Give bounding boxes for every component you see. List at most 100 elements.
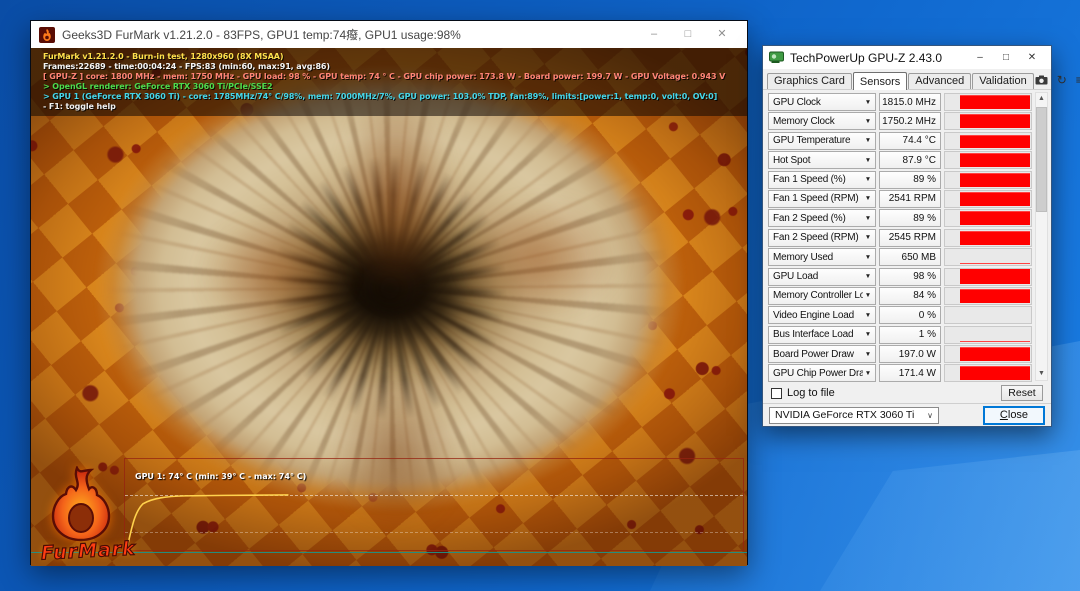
sensor-name-dropdown[interactable]: GPU Clock ▼ xyxy=(768,93,876,111)
sensor-value: 2541 RPM xyxy=(879,189,941,208)
gpuz-log-row: Log to file Reset xyxy=(763,383,1051,403)
sensor-value: 0 % xyxy=(879,306,941,325)
log-to-file-checkbox[interactable] xyxy=(771,387,782,399)
tab-validation[interactable]: Validation xyxy=(972,73,1034,89)
sensor-value: 87.9 °C xyxy=(879,151,941,170)
tab-advanced[interactable]: Advanced xyxy=(908,73,972,89)
osd-line: FurMark v1.21.2.0 - Burn-in test, 1280x9… xyxy=(43,52,284,61)
sensor-graph xyxy=(944,286,1032,305)
sensor-name: Hot Spot xyxy=(773,154,811,166)
sensor-row: Memory Clock ▼ 1750.2 MHz xyxy=(768,112,1032,131)
sensor-name-dropdown[interactable]: Video Engine Load ▼ xyxy=(768,306,876,325)
sensor-graph-bar xyxy=(960,288,1030,303)
sensor-value: 1815.0 MHz xyxy=(879,93,941,111)
sensor-name: Video Engine Load xyxy=(773,309,854,321)
sensor-graph-bar xyxy=(960,94,1030,109)
sensor-graph xyxy=(944,228,1032,247)
sensor-name: GPU Load xyxy=(773,271,819,283)
scroll-down-icon[interactable]: ▼ xyxy=(1036,368,1047,380)
furmark-flame-icon xyxy=(51,465,111,542)
sensor-row: Board Power Draw ▼ 197.0 W xyxy=(768,345,1032,364)
sensor-name-dropdown[interactable]: Bus Interface Load ▼ xyxy=(768,325,876,344)
sensor-graph xyxy=(944,345,1032,364)
sensor-name: Fan 2 Speed (%) xyxy=(773,212,846,224)
chevron-down-icon: ▼ xyxy=(864,195,871,203)
sensor-name: GPU Chip Power Draw xyxy=(773,367,863,379)
sensor-name-dropdown[interactable]: Fan 2 Speed (RPM) ▼ xyxy=(768,228,876,247)
reset-button[interactable]: Reset xyxy=(1001,385,1043,401)
fur-rust-patch xyxy=(201,218,351,328)
sensor-name: GPU Temperature xyxy=(773,135,851,147)
chevron-down-icon: ▼ xyxy=(864,117,871,125)
sensor-scrollbar[interactable]: ▲ ▼ xyxy=(1035,92,1048,381)
sensor-graph-bar xyxy=(960,347,1030,362)
chevron-down-icon: ▼ xyxy=(864,273,871,281)
sensor-value: 74.4 °C xyxy=(879,131,941,150)
gpu-selector-dropdown[interactable]: NVIDIA GeForce RTX 3060 Ti ∨ xyxy=(769,406,939,424)
chevron-down-icon: ▼ xyxy=(864,176,871,184)
gpuz-bottom-bar: NVIDIA GeForce RTX 3060 Ti ∨ Close xyxy=(763,403,1051,426)
sensor-value: 171.4 W xyxy=(879,364,941,383)
sensor-name-dropdown[interactable]: GPU Chip Power Draw ▼ xyxy=(768,364,876,383)
sensor-name-dropdown[interactable]: Memory Used ▼ xyxy=(768,248,876,267)
sensor-row: Memory Used ▼ 650 MB xyxy=(768,248,1032,267)
furmark-maximize-button[interactable]: □ xyxy=(671,21,705,48)
chevron-down-icon: ▼ xyxy=(864,369,871,377)
sensor-name-dropdown[interactable]: Hot Spot ▼ xyxy=(768,151,876,170)
sensor-name-dropdown[interactable]: Fan 2 Speed (%) ▼ xyxy=(768,209,876,228)
tab-graphics-card[interactable]: Graphics Card xyxy=(767,73,852,89)
sensor-name: Memory Used xyxy=(773,251,834,263)
scroll-up-icon[interactable]: ▲ xyxy=(1036,93,1047,105)
log-to-file-label: Log to file xyxy=(787,387,835,399)
close-button[interactable]: Close xyxy=(983,405,1045,425)
sensor-graph xyxy=(944,170,1032,189)
osd-line: - F1: toggle help xyxy=(43,102,116,111)
chevron-down-icon: ▼ xyxy=(864,137,871,145)
sensor-name-dropdown[interactable]: GPU Temperature ▼ xyxy=(768,131,876,150)
chevron-down-icon: ▼ xyxy=(864,156,871,164)
gpu-temp-graph: GPU 1: 74° C (min: 39° C - max: 74° C) xyxy=(124,458,744,551)
sensor-graph-bar xyxy=(960,192,1030,206)
chevron-down-icon: ▼ xyxy=(864,350,871,358)
osd-line: > OpenGL renderer: GeForce RTX 3060 Ti/P… xyxy=(43,82,273,91)
gpuz-maximize-button[interactable]: □ xyxy=(993,46,1019,69)
sensor-graph-bar xyxy=(960,114,1030,129)
sensor-name-dropdown[interactable]: Fan 1 Speed (%) ▼ xyxy=(768,170,876,189)
gpuz-close-x-button[interactable]: ✕ xyxy=(1019,46,1045,69)
sensor-graph xyxy=(944,248,1032,267)
osd-line: [ GPU-Z ] core: 1800 MHz - mem: 1750 MHz… xyxy=(43,72,726,81)
sensor-row: GPU Load ▼ 98 % xyxy=(768,267,1032,286)
gpuz-tab-bar: Graphics Card Sensors Advanced Validatio… xyxy=(763,69,1080,90)
furmark-osd: FurMark v1.21.2.0 - Burn-in test, 1280x9… xyxy=(31,48,747,116)
scrollbar-thumb[interactable] xyxy=(1036,107,1047,212)
sensor-value: 89 % xyxy=(879,170,941,189)
sensor-name-dropdown[interactable]: Memory Clock ▼ xyxy=(768,112,876,131)
furmark-logo-text: FurMark xyxy=(40,537,137,565)
sensor-row: GPU Clock ▼ 1815.0 MHz xyxy=(768,93,1032,111)
chevron-down-icon: ∨ xyxy=(927,410,933,420)
sensor-value: 650 MB xyxy=(879,248,941,267)
sensor-graph-bar xyxy=(960,211,1030,226)
sensor-name: Memory Controller Load xyxy=(773,290,863,302)
screenshot-camera-icon[interactable] xyxy=(1035,75,1048,85)
tab-sensors[interactable]: Sensors xyxy=(852,72,908,90)
sensor-row: Memory Controller Load▼84 % xyxy=(768,286,1032,305)
sensor-row: GPU Temperature ▼ 74.4 °C xyxy=(768,131,1032,150)
sensor-name-dropdown[interactable]: Memory Controller Load▼ xyxy=(768,286,876,305)
refresh-icon[interactable]: ↻ xyxy=(1057,74,1067,86)
sensor-name-dropdown[interactable]: Board Power Draw ▼ xyxy=(768,345,876,364)
gpuz-window-title: TechPowerUp GPU-Z 2.43.0 xyxy=(790,50,943,65)
sensor-name-dropdown[interactable]: Fan 1 Speed (RPM) ▼ xyxy=(768,189,876,208)
furmark-close-button[interactable]: ✕ xyxy=(705,21,739,48)
chevron-down-icon: ▼ xyxy=(864,331,871,339)
sensor-name-dropdown[interactable]: GPU Load ▼ xyxy=(768,267,876,286)
sensor-row: Fan 2 Speed (RPM) ▼ 2545 RPM xyxy=(768,228,1032,247)
furmark-titlebar[interactable]: Geeks3D FurMark v1.21.2.0 - 83FPS, GPU1 … xyxy=(31,21,747,48)
sensor-graph xyxy=(944,189,1032,208)
sensor-graph xyxy=(944,325,1032,344)
gpuz-titlebar[interactable]: TechPowerUp GPU-Z 2.43.0 – □ ✕ xyxy=(763,46,1051,69)
menu-icon[interactable]: ≡ xyxy=(1076,74,1080,86)
gpuz-minimize-button[interactable]: – xyxy=(967,46,993,69)
furmark-minimize-button[interactable]: – xyxy=(637,21,671,48)
gpuz-sensor-panel: GPU Clock ▼ 1815.0 MHz Memory Clock ▼ 1750.2 … xyxy=(763,90,1051,383)
